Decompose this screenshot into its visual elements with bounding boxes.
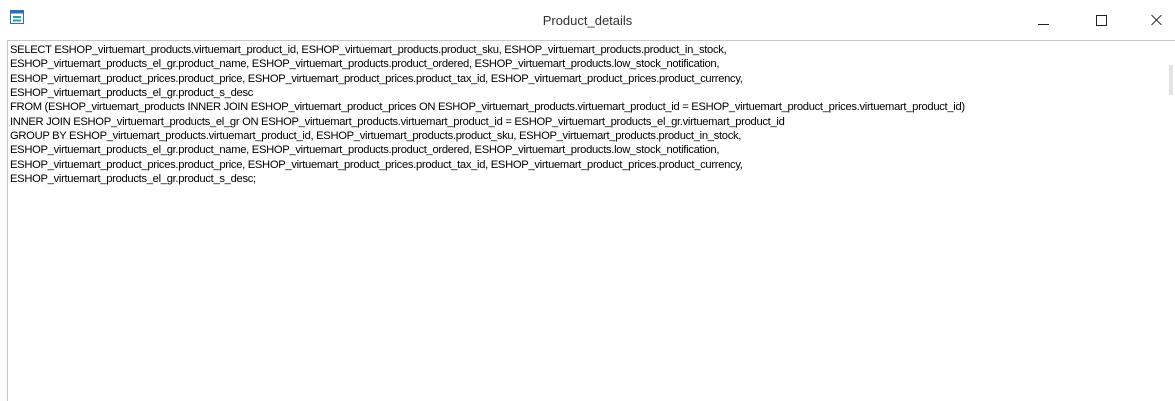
minimize-button[interactable] <box>1026 4 1060 36</box>
vertical-scrollbar[interactable] <box>1168 41 1175 401</box>
sql-line: ESHOP_virtuemart_product_prices.product_… <box>10 72 743 85</box>
title-bar[interactable]: Product_details <box>0 0 1175 40</box>
sql-line: SELECT ESHOP_virtuemart_products.virtuem… <box>10 44 727 56</box>
query-window: Product_details SELECT ESHOP_virtuemart_… <box>0 0 1175 401</box>
sql-line: INNER JOIN ESHOP_virtuemart_products_el_… <box>10 115 785 128</box>
scrollbar-thumb[interactable] <box>1169 65 1173 95</box>
sql-line: ESHOP_virtuemart_products_el_gr.product_… <box>10 173 256 186</box>
close-button[interactable] <box>1140 4 1174 36</box>
sql-line: ESHOP_virtuemart_products_el_gr.product_… <box>10 87 254 100</box>
maximize-button[interactable] <box>1084 4 1118 36</box>
sql-text[interactable]: SELECT ESHOP_virtuemart_products.virtuem… <box>10 43 1162 186</box>
close-icon <box>1151 14 1163 26</box>
sql-line: ESHOP_virtuemart_products_el_gr.product_… <box>10 58 720 71</box>
sql-line: GROUP BY ESHOP_virtuemart_products.virtu… <box>10 130 742 143</box>
minimize-icon <box>1037 23 1049 25</box>
sql-line: ESHOP_virtuemart_product_prices.product_… <box>10 158 743 171</box>
window-title: Product_details <box>542 13 633 28</box>
sql-line: ESHOP_virtuemart_products_el_gr.product_… <box>10 144 720 157</box>
maximize-icon <box>1095 14 1107 26</box>
sql-line: FROM (ESHOP_virtuemart_products INNER JO… <box>10 101 965 114</box>
sql-editor[interactable]: SELECT ESHOP_virtuemart_products.virtuem… <box>7 40 1175 401</box>
